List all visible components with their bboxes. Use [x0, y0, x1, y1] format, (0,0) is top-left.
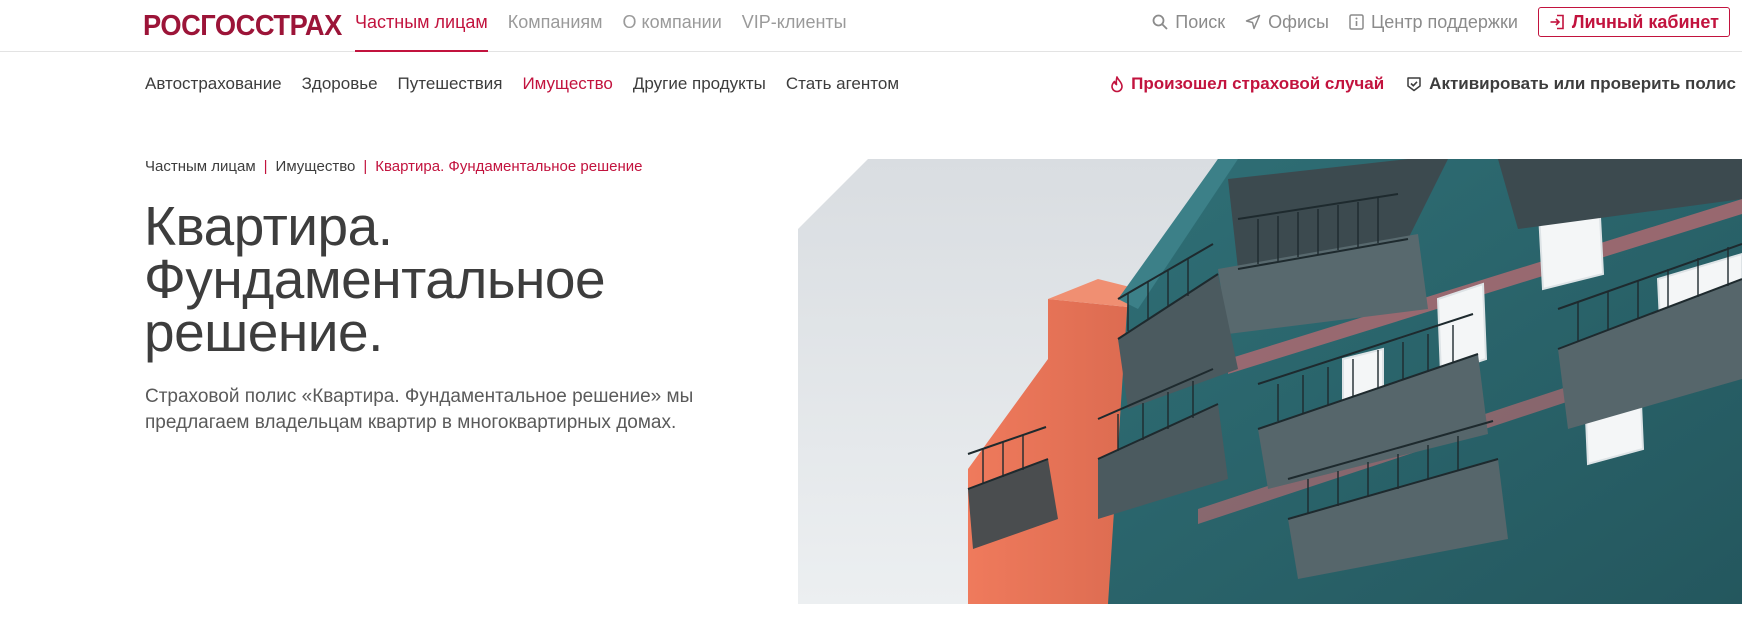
brand-logo[interactable]: РОСГОССТРАХ — [143, 10, 342, 43]
nav-health[interactable]: Здоровье — [302, 74, 378, 94]
login-icon — [1550, 14, 1564, 30]
page-title-line: Квартира. — [144, 195, 393, 257]
product-nav: Автострахование Здоровье Путешествия Иму… — [145, 74, 919, 94]
insured-event-label: Произошел страховой случай — [1131, 74, 1385, 93]
page-title: Квартира. Фундаментальное решение. — [144, 195, 764, 363]
tab-private-persons[interactable]: Частным лицам — [355, 0, 488, 52]
flame-icon — [1111, 75, 1123, 92]
page-title-line: решение. — [144, 301, 383, 363]
header-tools: Поиск Офисы Центр поддержки Личный кабин… — [1152, 0, 1730, 44]
tab-vip-clients[interactable]: VIP-клиенты — [742, 0, 847, 52]
location-arrow-icon — [1245, 14, 1261, 30]
nav-become-agent[interactable]: Стать агентом — [786, 74, 899, 94]
nav-travel[interactable]: Путешествия — [398, 74, 503, 94]
activate-policy-label: Активировать или проверить полис — [1429, 74, 1736, 93]
search-icon — [1152, 14, 1168, 30]
breadcrumb-separator: | — [263, 158, 268, 175]
nav-other-products[interactable]: Другие продукты — [633, 74, 766, 94]
insured-event-link[interactable]: Произошел страховой случай — [1110, 74, 1384, 94]
hero-building-image — [798, 159, 1742, 604]
breadcrumb-separator: | — [363, 158, 368, 175]
personal-cabinet-label: Личный кабинет — [1571, 11, 1719, 32]
nav-auto-insurance[interactable]: Автострахование — [145, 74, 282, 94]
top-header: РОСГОССТРАХ Частным лицам Компаниям О ко… — [0, 0, 1742, 52]
offices-label: Офисы — [1268, 11, 1329, 32]
audience-nav: Частным лицам Компаниям О компании VIP-к… — [355, 0, 867, 52]
search-label: Поиск — [1175, 11, 1226, 32]
breadcrumb: Частным лицам | Имущество | Квартира. Фу… — [145, 158, 642, 175]
tab-about-company[interactable]: О компании — [623, 0, 722, 52]
tab-companies[interactable]: Компаниям — [508, 0, 603, 52]
quick-actions: Произошел страховой случай Активировать … — [1088, 74, 1736, 94]
offices-link[interactable]: Офисы — [1245, 12, 1329, 33]
page-title-line: Фундаментальное — [144, 248, 606, 310]
support-center-label: Центр поддержки — [1370, 11, 1518, 32]
breadcrumb-private-persons[interactable]: Частным лицам — [145, 158, 256, 175]
support-center-link[interactable]: Центр поддержки — [1349, 12, 1518, 33]
breadcrumb-property[interactable]: Имущество — [276, 158, 356, 175]
search-link[interactable]: Поиск — [1152, 12, 1225, 33]
nav-property[interactable]: Имущество — [522, 74, 612, 94]
hero-description: Страховой полис «Квартира. Фундаментальн… — [145, 386, 694, 433]
activate-policy-link[interactable]: Активировать или проверить полис — [1406, 74, 1736, 94]
breadcrumb-current-page: Квартира. Фундаментальное решение — [375, 158, 643, 175]
personal-cabinet-button[interactable]: Личный кабинет — [1537, 7, 1730, 37]
check-shield-icon — [1407, 77, 1421, 92]
info-icon — [1349, 14, 1364, 30]
